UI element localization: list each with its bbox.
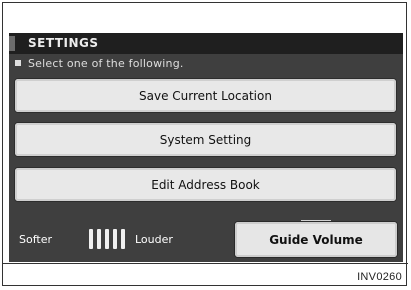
bullet-icon [15, 60, 21, 66]
edit-address-book-button[interactable]: Edit Address Book [15, 168, 396, 201]
volume-slider[interactable] [89, 229, 125, 249]
volume-bar [89, 229, 93, 249]
louder-label: Louder [135, 233, 173, 246]
softer-label: Softer [19, 233, 52, 246]
edit-address-book-label: Edit Address Book [151, 177, 260, 192]
screen-title: SETTINGS [28, 36, 99, 50]
guide-volume-button[interactable]: Guide Volume [235, 222, 397, 257]
save-current-location-label: Save Current Location [139, 88, 272, 103]
volume-bar [105, 229, 109, 249]
figure-caption: INV0260 [357, 271, 402, 283]
guide-volume-label: Guide Volume [269, 232, 363, 247]
instruction-text: Select one of the following. [15, 57, 184, 71]
system-setting-button[interactable]: System Setting [15, 123, 396, 156]
instruction-label: Select one of the following. [28, 57, 184, 70]
settings-screen: SETTINGS Select one of the following. Sa… [9, 33, 403, 262]
volume-bar [97, 229, 101, 249]
title-accent [9, 36, 15, 51]
figure-frame: SETTINGS Select one of the following. Sa… [2, 2, 408, 286]
save-current-location-button[interactable]: Save Current Location [15, 79, 396, 112]
title-bar: SETTINGS [9, 33, 403, 54]
volume-bar [121, 229, 125, 249]
volume-bar [113, 229, 117, 249]
system-setting-label: System Setting [159, 132, 252, 147]
volume-row: Softer Louder Guide Volume [9, 207, 403, 262]
caption-divider [3, 263, 408, 264]
